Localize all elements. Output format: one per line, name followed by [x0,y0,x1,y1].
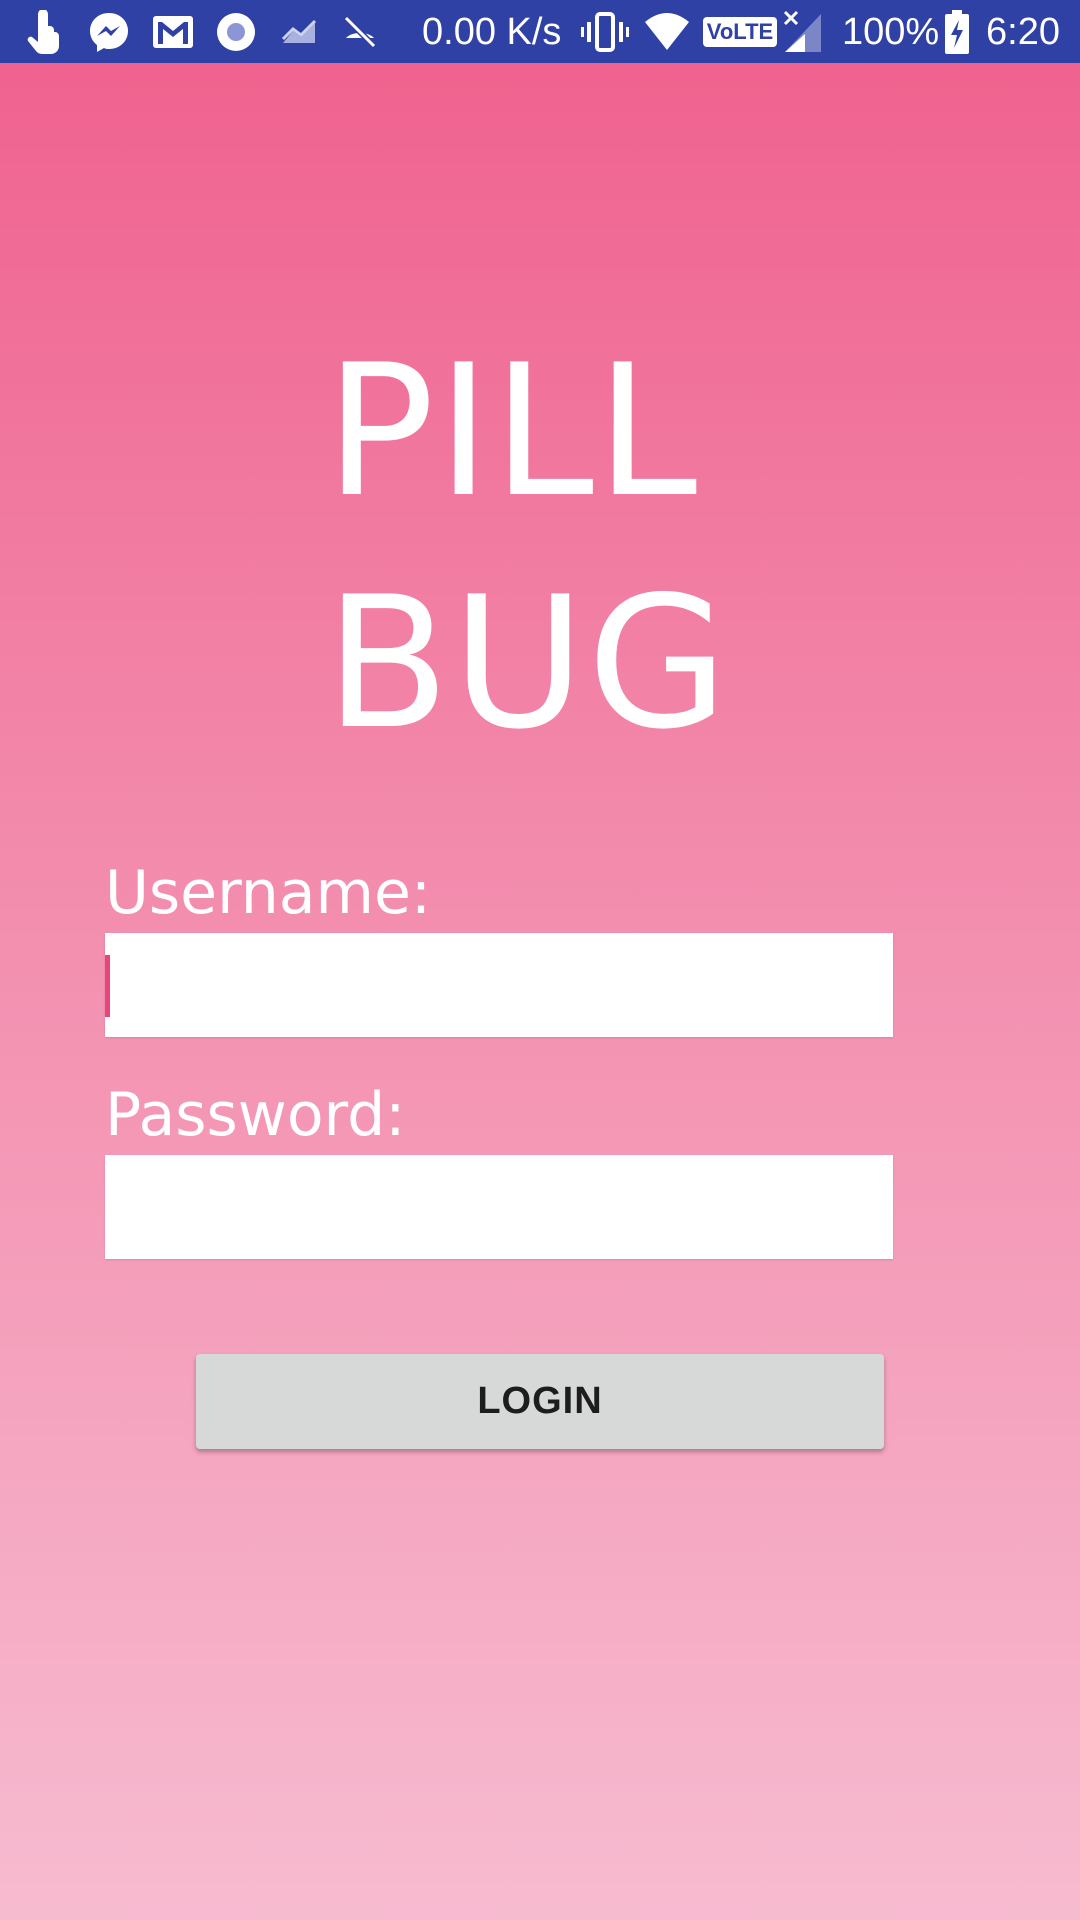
record-icon [213,8,259,56]
signal-icon [782,8,824,56]
chart-icon [278,8,320,56]
logo-line-1: PILL [325,325,700,537]
status-bar: 0.00 K/s VoLTE 100% 6:20 [0,0,1080,63]
login-button[interactable]: LOGIN [196,1354,884,1449]
volte-label: VoLTE [702,17,778,47]
wifi-icon [643,8,691,56]
app-logo: PILL BUG [325,315,730,779]
username-input[interactable] [105,933,893,1037]
text-cursor [105,955,110,1017]
battery-charging-icon [942,8,972,56]
battery-percent: 100% [842,11,940,53]
network-speed: 0.00 K/s [422,11,562,53]
messenger-icon [86,8,132,56]
logo-line-2: BUG [325,557,731,769]
gmail-icon [150,8,196,56]
vibrate-icon [580,8,630,56]
username-label: Username: [105,858,432,928]
password-label: Password: [105,1080,406,1150]
password-input[interactable] [105,1155,893,1259]
touch-icon [24,8,64,56]
clock: 6:20 [986,11,1060,53]
volte-icon: VoLTE [702,8,778,56]
sync-disabled-icon [337,8,383,56]
